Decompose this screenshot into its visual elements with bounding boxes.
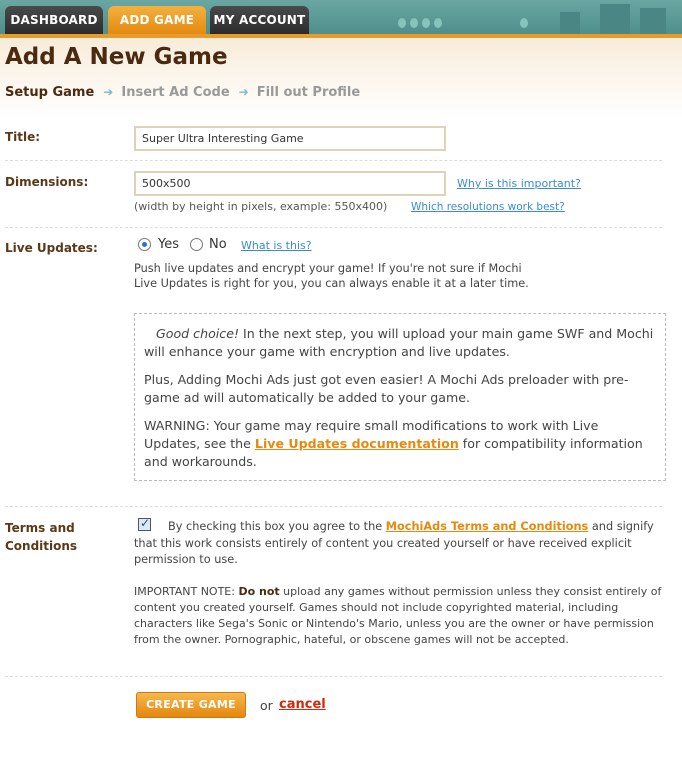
tab-dashboard[interactable]: DASHBOARD bbox=[5, 6, 103, 34]
divider bbox=[5, 506, 662, 507]
terms-label-line: Terms and bbox=[5, 521, 75, 535]
title-label: Title: bbox=[5, 130, 41, 144]
why-important-link[interactable]: Why is this important? bbox=[457, 177, 581, 190]
terms-text-a: By checking this box you agree to the bbox=[168, 520, 386, 533]
tab-my-account[interactable]: MY ACCOUNT bbox=[210, 6, 309, 34]
dimensions-input[interactable]: 500x500 bbox=[134, 171, 446, 196]
live-updates-label: Live Updates: bbox=[5, 241, 98, 255]
live-no-label: No bbox=[209, 237, 227, 252]
divider bbox=[5, 160, 662, 161]
live-no-radio[interactable] bbox=[190, 238, 203, 251]
live-desc-line: Live Updates is right for you, you can a… bbox=[134, 277, 529, 290]
live-yes-label: Yes bbox=[158, 237, 179, 252]
live-desc-line: Push live updates and encrypt your game!… bbox=[134, 262, 522, 275]
skyline-building bbox=[640, 8, 666, 34]
skyline-tree bbox=[410, 18, 418, 28]
skyline-building bbox=[560, 12, 580, 34]
info-paragraph-choice: Good choice! In the next step, you will … bbox=[144, 325, 656, 361]
skyline-tree bbox=[434, 18, 442, 28]
note-emphasis: Do not bbox=[238, 585, 280, 598]
what-is-this-link[interactable]: What is this? bbox=[241, 239, 312, 252]
step-fill-out-profile: Fill out Profile bbox=[256, 85, 361, 100]
skyline-tree bbox=[520, 18, 528, 28]
info-paragraph-warning: WARNING: Your game may require small mod… bbox=[144, 417, 656, 471]
important-note: IMPORTANT NOTE: Do not upload any games … bbox=[134, 584, 664, 648]
step-arrow-icon: ➔ bbox=[103, 85, 114, 99]
cancel-link[interactable]: cancel bbox=[279, 697, 326, 712]
terms-text: By checking this box you agree to the Mo… bbox=[134, 519, 664, 569]
top-nav-bar: DASHBOARD ADD GAME MY ACCOUNT bbox=[0, 0, 682, 34]
live-yes-radio[interactable] bbox=[138, 238, 151, 251]
skyline-tree bbox=[398, 18, 406, 28]
dimensions-label: Dimensions: bbox=[5, 175, 89, 189]
step-setup-game: Setup Game bbox=[5, 85, 95, 100]
page-title: Add A New Game bbox=[5, 44, 228, 70]
create-game-button[interactable]: CREATE GAME bbox=[136, 692, 246, 718]
tab-add-game[interactable]: ADD GAME bbox=[108, 6, 206, 34]
live-updates-docs-link[interactable]: Live Updates documentation bbox=[255, 436, 459, 451]
title-input[interactable]: Super Ultra Interesting Game bbox=[134, 126, 446, 151]
or-text: or bbox=[260, 698, 273, 713]
terms-label-line: Conditions bbox=[5, 539, 78, 553]
dimensions-hint: (width by height in pixels, example: 550… bbox=[134, 200, 388, 213]
good-choice-text: Good choice! bbox=[156, 326, 239, 341]
skyline-tree bbox=[422, 18, 430, 28]
mochiads-terms-link[interactable]: MochiAds Terms and Conditions bbox=[386, 520, 589, 533]
note-prefix: IMPORTANT NOTE: bbox=[134, 585, 239, 598]
divider bbox=[5, 227, 662, 228]
step-breadcrumb: Setup Game ➔ Insert Ad Code ➔ Fill out Profi… bbox=[5, 85, 360, 100]
which-resolutions-link[interactable]: Which resolutions work best? bbox=[411, 201, 565, 213]
step-insert-ad-code: Insert Ad Code bbox=[121, 85, 230, 100]
divider bbox=[5, 676, 662, 677]
info-paragraph-ads: Plus, Adding Mochi Ads just got even eas… bbox=[144, 372, 629, 405]
step-arrow-icon: ➔ bbox=[238, 85, 249, 99]
skyline-building bbox=[600, 4, 630, 34]
